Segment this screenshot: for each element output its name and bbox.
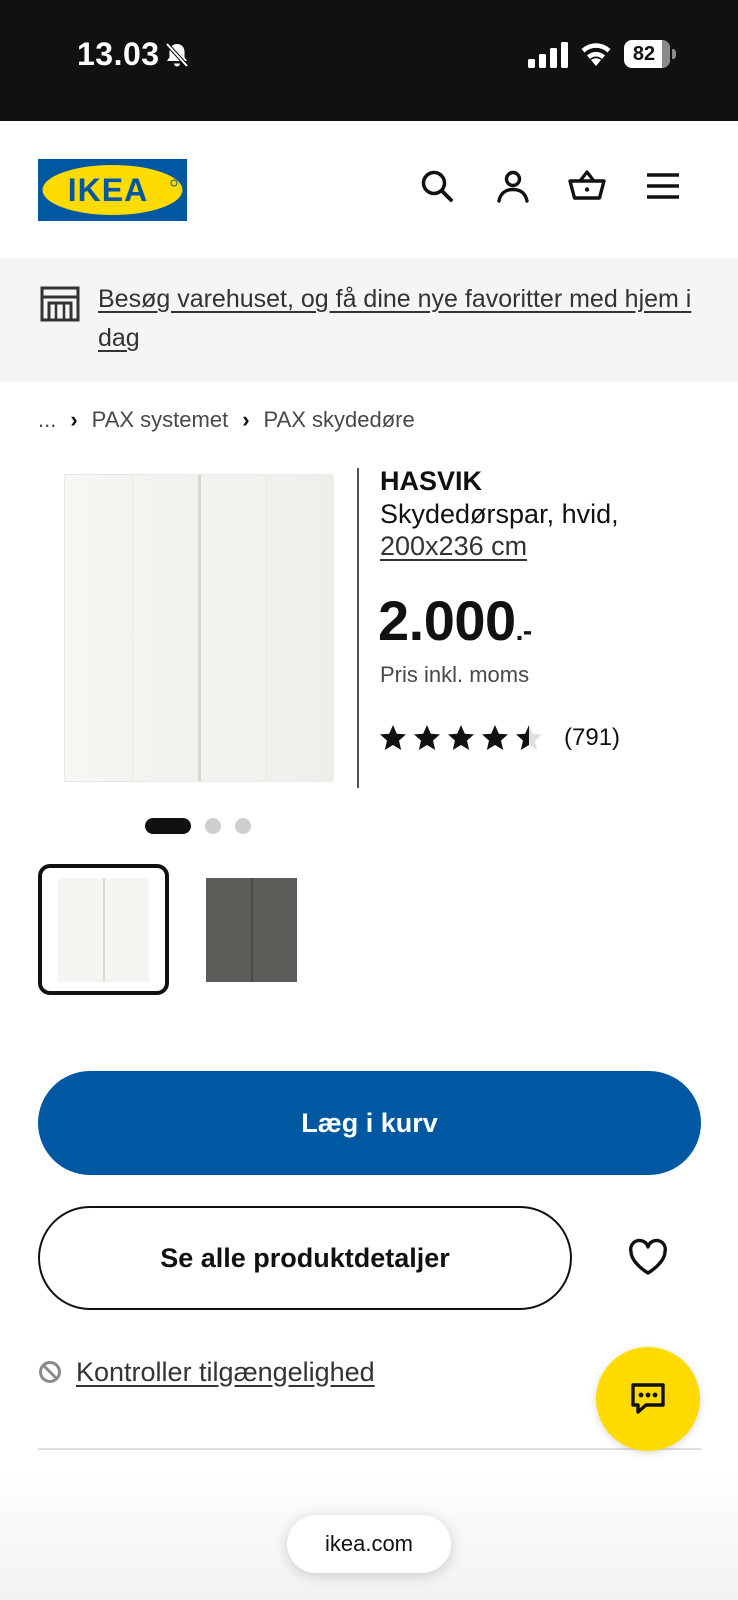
menu-icon[interactable] [644,167,682,205]
image-divider [357,468,359,788]
add-to-cart-button[interactable]: Læg i kurv [38,1071,701,1175]
browser-url-bar[interactable]: ikea.com [287,1515,451,1573]
bell-muted-icon [165,42,189,68]
breadcrumb-item-pax-system[interactable]: PAX systemet [92,407,229,433]
product-rating[interactable]: (791) [378,722,620,754]
product-name: HASVIK [380,466,483,496]
wifi-icon [581,43,611,66]
see-all-details-button[interactable]: Se alle produktdetaljer [38,1206,572,1310]
thumbnail-white[interactable] [38,864,169,995]
status-bar: 13.03 82 [0,0,738,121]
svg-text:IKEA: IKEA [68,172,148,208]
star-icon [414,725,440,750]
carousel-dot[interactable] [205,818,221,834]
unavailable-icon [39,1361,61,1383]
carousel-dot[interactable] [235,818,251,834]
review-count: (791) [564,724,621,751]
chat-button[interactable] [596,1347,700,1451]
site-header: IKEA [0,121,738,258]
cellular-signal-icon [528,42,568,68]
star-icon [516,725,542,750]
check-availability-link[interactable]: Kontroller tilgængelighed [76,1357,375,1388]
battery-level: 82 [632,43,656,65]
section-divider [38,1448,701,1450]
chat-icon [631,1383,665,1414]
product-price: 2.000.- [378,588,532,653]
chevron-right-icon: › [242,407,250,432]
battery-icon: 82 [624,40,676,68]
product-image[interactable] [64,474,334,782]
status-time: 13.03 [77,36,160,72]
store-visit-banner: Besøg varehuset, og få dine nye favoritt… [0,258,738,382]
thumbnail-dark-grey[interactable] [188,864,319,995]
breadcrumb-item-pax-sliding-doors[interactable]: PAX skydedøre [264,407,415,433]
star-icon [380,725,406,750]
store-visit-link[interactable]: Besøg varehuset, og få dine nye favoritt… [98,280,698,358]
price-value: 2.000 [378,589,516,652]
price-vat-note: Pris inkl. moms [380,662,530,687]
breadcrumb: ... › PAX systemet › PAX skydedøre [38,405,415,435]
search-icon[interactable] [418,167,456,205]
image-carousel-dots [145,818,265,834]
price-suffix: .- [515,615,533,646]
breadcrumb-ellipsis[interactable]: ... [38,407,56,433]
store-icon [40,286,80,322]
rating-stars [378,723,548,753]
carousel-dot[interactable] [145,818,191,834]
account-icon[interactable] [494,167,532,205]
product-size-link[interactable]: 200x236 cm [380,531,527,562]
star-icon [448,725,474,750]
heart-icon[interactable] [626,1236,670,1280]
product-description: Skydedørspar, hvid, [380,499,619,529]
ikea-logo[interactable]: IKEA [38,159,187,221]
chevron-right-icon: › [70,407,78,432]
star-icon [482,725,508,750]
availability-row: Kontroller tilgængelighed [38,1352,375,1392]
basket-icon[interactable] [568,167,606,205]
